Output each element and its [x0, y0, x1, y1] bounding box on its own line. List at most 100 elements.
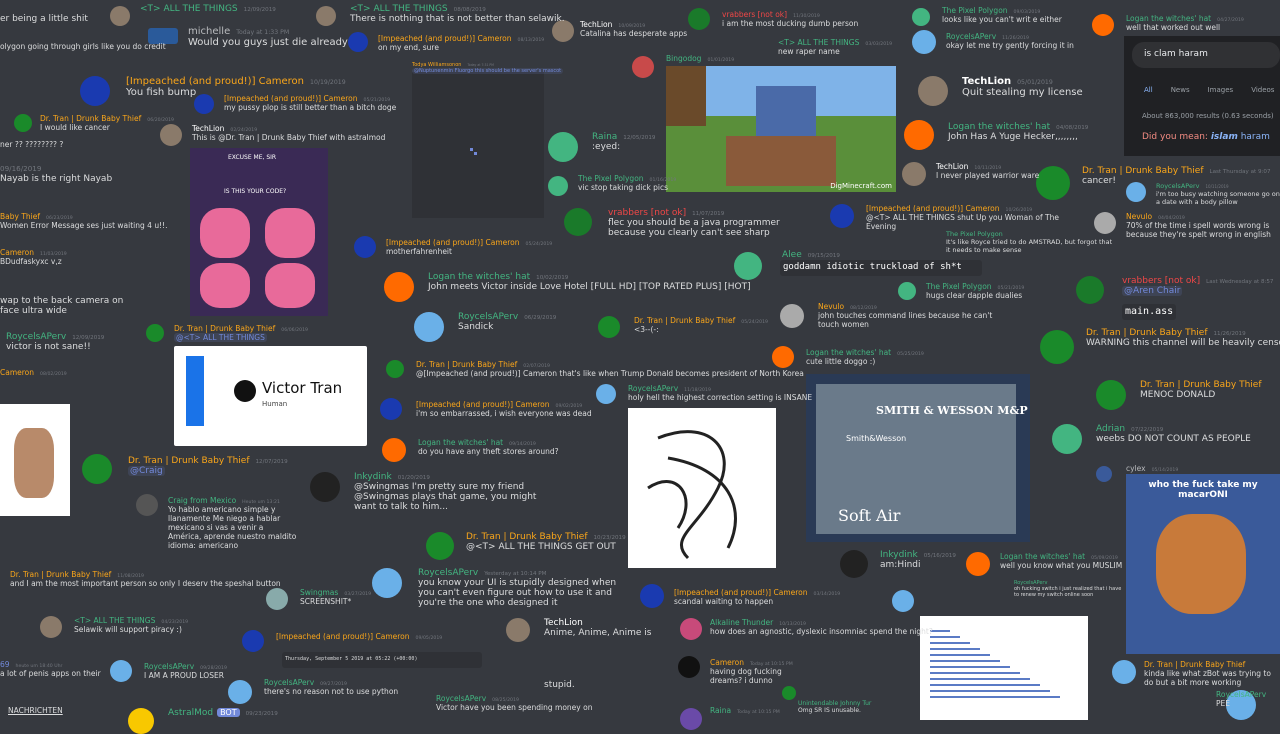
message: The Pixel Polygon It's like Royce tried t…	[946, 230, 1113, 254]
message: Bingodog 01/01/2019	[666, 54, 735, 63]
message: <T> ALL THE THINGS 08/08/2019 There is not…	[350, 4, 565, 24]
avatar-logan[interactable]	[1092, 14, 1114, 36]
message: vrabbers [not ok] Last Wednesday at 8:57 @…	[1122, 276, 1274, 296]
message: 09/16/2019 Nayab is the right Nayab	[0, 164, 113, 184]
message: TechLion 10/11/2019 I never played warrior…	[936, 162, 1040, 180]
avatar-drtran[interactable]	[14, 114, 32, 132]
message: NACHRICHTEN	[8, 706, 63, 715]
avatar-drtran[interactable]	[426, 532, 454, 560]
message: [Impeached (and proud!)] Cameron 05/24/20…	[386, 238, 553, 256]
message: Dr. Tran | Drunk Baby Thief 06/20/2019 I w…	[40, 114, 174, 132]
avatar-raina[interactable]	[680, 708, 702, 730]
google-search-panel: is clam haram All News Images Videos Abo…	[1124, 36, 1280, 156]
message: Craig from Mexico Heute um 13:21 Yo hablo …	[168, 496, 297, 550]
avatar-techlion[interactable]	[918, 76, 948, 106]
avatar-drtran[interactable]	[782, 686, 796, 700]
avatar-drtran[interactable]	[146, 324, 164, 342]
left-partial-image	[0, 404, 70, 516]
avatar-royce[interactable]	[912, 30, 936, 54]
message: Raina Today at 10:15 PM	[710, 706, 780, 715]
avatar-ntf[interactable]	[354, 236, 376, 258]
google-tab-images[interactable]: Images	[1208, 86, 1234, 94]
message: Dr. Tran | Drunk Baby Thief kinda like wh…	[1144, 660, 1271, 687]
avatar-discord[interactable]	[548, 132, 578, 162]
message: The Pixel Polygon 05/21/2019 hugs clear da…	[926, 282, 1025, 300]
avatar-drtran[interactable]	[386, 360, 404, 378]
avatar-royce[interactable]	[372, 568, 402, 598]
message: TechLion 10/09/2019 Catalina has desperate…	[580, 20, 688, 38]
avatar-techlion[interactable]	[40, 616, 62, 638]
did-you-mean[interactable]: Did you mean: islam haram	[1142, 132, 1270, 142]
todya-attachment	[412, 72, 544, 218]
avatar-craig[interactable]	[136, 494, 158, 516]
google-tab-videos[interactable]: Videos	[1251, 86, 1274, 94]
avatar-discord[interactable]	[548, 176, 568, 196]
avatar-ntf[interactable]	[242, 630, 264, 652]
code-block: goddamn idiotic truckload of sh*t	[780, 260, 982, 276]
avatar-cameron[interactable]	[348, 32, 368, 52]
message: RoycelsAPerv Yesterday at 10:14 PM you kno…	[418, 568, 617, 608]
avatar-discord[interactable]	[898, 282, 916, 300]
message: Cameron Today at 10:15 PM having dog fucki…	[710, 658, 793, 685]
avatar-cameron[interactable]	[80, 76, 110, 106]
google-search-input[interactable]: is clam haram	[1132, 42, 1280, 68]
avatar-ntf[interactable]	[640, 584, 664, 608]
message: [Impeached (and proud!)] Cameron 09/05/20…	[276, 632, 443, 641]
message: stupid.	[544, 680, 575, 690]
victor-tran-card: Victor Tran Human	[174, 346, 367, 446]
avatar-logan[interactable]	[904, 120, 934, 150]
avatar-inkydink[interactable]	[840, 550, 868, 578]
meme-text: who the fuck take my macarONI	[1148, 480, 1258, 500]
message: Dr. Tran | Drunk Baby Thief 06/06/2019 @<T…	[174, 324, 308, 342]
avatar-royce[interactable]	[228, 680, 252, 704]
avatar-ntf[interactable]	[830, 204, 854, 228]
avatar-vrabbers[interactable]	[564, 208, 592, 236]
google-tab-all[interactable]: All	[1144, 86, 1153, 94]
message: Dr. Tran | Drunk Baby Thief 02/07/2019 @[I…	[416, 360, 804, 378]
avatar-techlion[interactable]	[316, 6, 336, 26]
message: RoycelsAPerv 11/26/2019 okay let me try ge…	[946, 32, 1074, 50]
avatar-ntf[interactable]	[380, 398, 402, 420]
avatar-drtran[interactable]	[1040, 330, 1074, 364]
avatar-vrabbers[interactable]	[1076, 276, 1104, 304]
avatar-inkydink[interactable]	[310, 472, 340, 502]
avatar-techlion[interactable]	[110, 6, 130, 26]
message: vrabbers [not ok] 11/07/2019 flec you shou…	[608, 208, 780, 238]
avatar-drtran[interactable]	[82, 454, 112, 484]
avatar-logan[interactable]	[384, 272, 414, 302]
message: Cameron 08/02/2019	[0, 368, 67, 377]
avatar-drtran[interactable]	[598, 316, 620, 338]
avatar-nevulo[interactable]	[780, 304, 804, 328]
avatar-logan[interactable]	[966, 552, 990, 576]
avatar-astral[interactable]	[128, 708, 154, 734]
avatar-royce[interactable]	[110, 660, 132, 682]
google-tab-news[interactable]: News	[1171, 86, 1190, 94]
avatar-royce[interactable]	[414, 312, 444, 342]
message: 69 heute um 18:40 Uhr a lot of penis apps …	[0, 660, 101, 678]
message: vrabbers [not ok] 11/30/2019 i am the most…	[722, 10, 859, 28]
avatar-royce[interactable]	[892, 590, 914, 612]
avatar-alkaline[interactable]	[680, 618, 702, 640]
avatar-swingmas[interactable]	[266, 588, 288, 610]
message: TechLion 05/01/2019 Quit stealing my licen…	[962, 76, 1083, 98]
avatar-bingodog[interactable]	[632, 56, 654, 78]
avatar-discord[interactable]	[1052, 424, 1082, 454]
avatar-royce[interactable]	[1112, 660, 1136, 684]
avatar-drtran[interactable]	[1096, 380, 1126, 410]
message: Inkydink 01/20/2019 @Swingmas I'm pretty s…	[354, 472, 537, 512]
avatar-techlion[interactable]	[902, 162, 926, 186]
message: RoycelsAPerv 12/09/2019 victor is not sane…	[6, 332, 105, 352]
avatar-discord[interactable]	[912, 8, 930, 26]
message: Todya Williamsonon Today at 7:31 PM @Nuptu…	[412, 62, 564, 74]
avatar-vrabbers[interactable]	[688, 8, 710, 30]
avatar-ntf-dark[interactable]	[678, 656, 700, 678]
avatar-drtran[interactable]	[1036, 166, 1070, 200]
avatar-royce[interactable]	[596, 384, 616, 404]
avatar-logan[interactable]	[382, 438, 406, 462]
avatar-techlion[interactable]	[506, 618, 530, 642]
message: RoycelsAPerv 09/28/2019 I AM A PROUD LOSER	[144, 662, 227, 680]
scribble-image	[628, 408, 776, 568]
message: The Pixel Polygon 09/03/2019 looks like yo…	[942, 6, 1062, 24]
avatar-cylex[interactable]	[1096, 466, 1112, 482]
message: Alee 09/15/2019	[782, 250, 840, 260]
